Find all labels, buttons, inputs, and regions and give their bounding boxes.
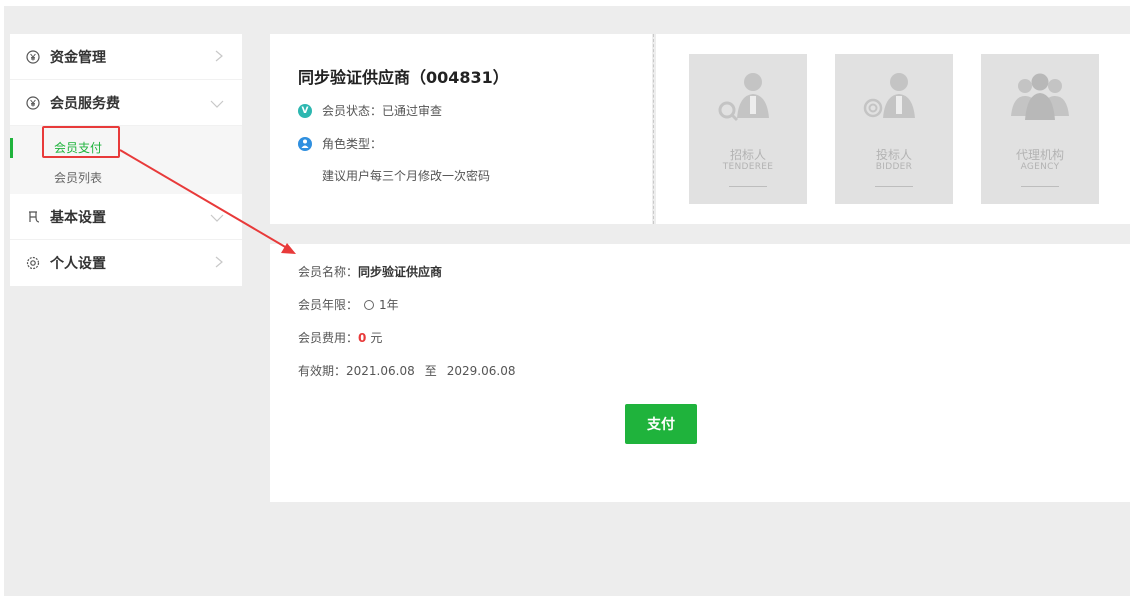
- sidebar-item-label: 会员服务费: [50, 95, 120, 112]
- member-fee-value: 0: [358, 330, 367, 345]
- role-type-row: 角色类型：: [298, 135, 382, 152]
- verified-icon: V: [298, 103, 312, 118]
- member-term-row: 会员年限： 1年: [298, 296, 399, 313]
- role-tenderee[interactable]: 招标人 TENDEREE: [689, 54, 807, 204]
- sidebar-item-funds[interactable]: 资金管理: [10, 34, 242, 80]
- sidebar-item-member-fee[interactable]: 会员服务费: [10, 80, 242, 126]
- gear-icon: [26, 256, 40, 270]
- active-indicator: [10, 138, 13, 158]
- role-label: 角色类型：: [322, 137, 383, 151]
- pay-button[interactable]: 支付: [625, 404, 697, 444]
- tenderee-search-icon: [718, 73, 769, 122]
- password-tip: 建议用户每三个月修改一次密码: [322, 169, 491, 183]
- chevron-down-icon: [210, 94, 224, 113]
- membership-payment-card: 会员名称： 同步验证供应商 会员年限： 1年 会员费用： 0 元 有效期： 20…: [270, 244, 1130, 502]
- sidebar-item-personal-settings[interactable]: 个人设置: [10, 240, 242, 286]
- annotation-highlight-box: [42, 126, 120, 158]
- sidebar-menu: 资金管理 会员服务费 会员支付 会员列表 基本设置 个人设置: [10, 34, 242, 286]
- member-name-row: 会员名称： 同步验证供应商: [298, 263, 442, 280]
- sidebar-item-label: 资金管理: [50, 49, 106, 66]
- validity-row: 有效期： 2021.06.08 至 2029.06.08: [298, 362, 515, 379]
- role-underline: [729, 186, 767, 187]
- role-name-en: TENDEREE: [722, 162, 774, 172]
- role-agency[interactable]: 代理机构 AGENCY: [981, 54, 1099, 204]
- status-value: 已通过审查: [382, 104, 443, 118]
- member-status-row: V 会员状态： 已通过审查: [298, 102, 442, 119]
- term-option-label[interactable]: 1年: [379, 296, 399, 313]
- chevron-right-icon: [214, 254, 224, 273]
- validity-separator: 至: [424, 364, 437, 378]
- sidebar-item-label: 基本设置: [50, 209, 106, 226]
- sidebar-item-basic-settings[interactable]: 基本设置: [10, 194, 242, 240]
- roles-card: 招标人 TENDEREE 投标人 BIDDER 代理机构 AGENCY: [656, 34, 1130, 224]
- term-radio[interactable]: [364, 299, 375, 310]
- user-icon: [298, 136, 312, 151]
- status-label: 会员状态：: [322, 104, 383, 118]
- role-name-en: AGENCY: [1020, 162, 1060, 172]
- member-name-label: 会员名称：: [298, 265, 359, 279]
- company-title: 同步验证供应商（004831）: [298, 68, 509, 87]
- role-name: 代理机构: [1015, 148, 1064, 162]
- validity-label: 有效期：: [298, 364, 347, 378]
- member-term-label: 会员年限：: [298, 298, 359, 312]
- agency-group-icon: [1011, 73, 1069, 120]
- validity-start: 2021.06.08: [346, 363, 415, 378]
- profile-card: 同步验证供应商（004831） V 会员状态： 已通过审查 角色类型： 建议用户…: [270, 34, 652, 224]
- role-underline: [875, 186, 913, 187]
- settings-frame-icon: [26, 210, 40, 224]
- sidebar-item-label: 个人设置: [50, 256, 106, 272]
- validity-end: 2029.06.08: [446, 363, 516, 378]
- role-name-en: BIDDER: [875, 162, 913, 172]
- role-bidder[interactable]: 投标人 BIDDER: [835, 54, 953, 204]
- bidder-target-icon: [863, 73, 915, 118]
- sidebar-subitem-member-list[interactable]: 会员列表: [54, 169, 102, 186]
- member-fee-unit: 元: [370, 331, 383, 345]
- chevron-down-icon: [210, 208, 224, 227]
- card-divider: [653, 34, 654, 224]
- role-name: 招标人: [729, 148, 766, 162]
- role-name: 投标人: [875, 148, 912, 162]
- yen-circle-icon: [26, 95, 40, 110]
- role-underline: [1021, 186, 1059, 187]
- member-fee-row: 会员费用： 0 元: [298, 329, 382, 346]
- yen-circle-icon: [26, 49, 40, 64]
- chevron-right-icon: [214, 48, 224, 67]
- member-fee-label: 会员费用：: [298, 331, 359, 345]
- member-name-value: 同步验证供应商: [358, 265, 443, 279]
